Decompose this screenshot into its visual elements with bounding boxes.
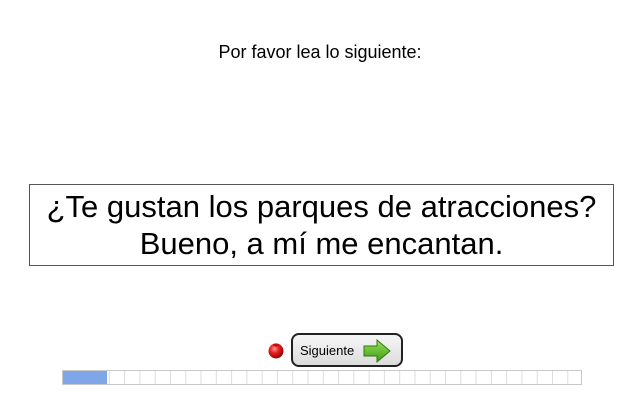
prompt-box: ¿Te gustan los parques de atracciones? B… — [29, 184, 614, 266]
prompt-line-1: ¿Te gustan los parques de atracciones? — [46, 189, 597, 224]
instruction-text: Por favor lea lo siguiente: — [218, 42, 422, 62]
progress-bar — [62, 370, 582, 385]
record-indicator-icon — [267, 341, 285, 359]
recording-page: Por favor lea lo siguiente: ¿Te gustan l… — [0, 0, 640, 400]
green-right-arrow-icon — [363, 338, 391, 364]
next-button[interactable]: Siguiente — [291, 333, 403, 367]
prompt-line-2: Bueno, a mí me encantan. — [139, 226, 504, 261]
progress-bar-fill — [63, 371, 108, 384]
next-button-label: Siguiente — [300, 342, 355, 358]
